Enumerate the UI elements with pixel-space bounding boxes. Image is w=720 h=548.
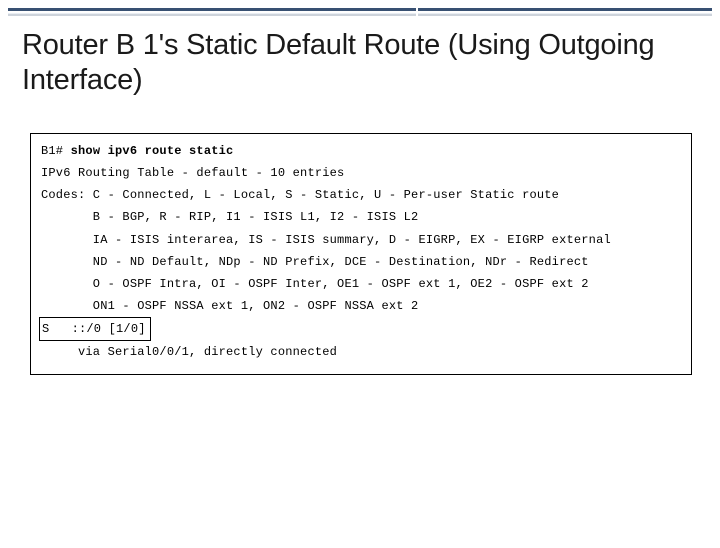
header-rule [8,8,712,16]
output-line: O - OSPF Intra, OI - OSPF Inter, OE1 - O… [41,273,681,295]
output-line: ND - ND Default, NDp - ND Prefix, DCE - … [41,251,681,273]
output-line: IPv6 Routing Table - default - 10 entrie… [41,162,681,184]
terminal-output: B1# show ipv6 route static IPv6 Routing … [30,133,692,375]
output-line-highlighted: S ::/0 [1/0] [41,317,681,341]
page-title: Router B 1's Static Default Route (Using… [22,28,700,99]
prompt: B1# [41,144,71,158]
output-line: Codes: C - Connected, L - Local, S - Sta… [41,184,681,206]
command: show ipv6 route static [71,144,234,158]
highlighted-route: S ::/0 [1/0] [39,317,151,341]
rule-divider [416,8,418,19]
terminal-output-wrap: B1# show ipv6 route static IPv6 Routing … [30,133,692,375]
output-line: via Serial0/0/1, directly connected [41,341,681,363]
output-line: B - BGP, R - RIP, I1 - ISIS L1, I2 - ISI… [41,206,681,228]
output-line: ON1 - OSPF NSSA ext 1, ON2 - OSPF NSSA e… [41,295,681,317]
command-line: B1# show ipv6 route static [41,140,681,162]
output-line: IA - ISIS interarea, IS - ISIS summary, … [41,229,681,251]
